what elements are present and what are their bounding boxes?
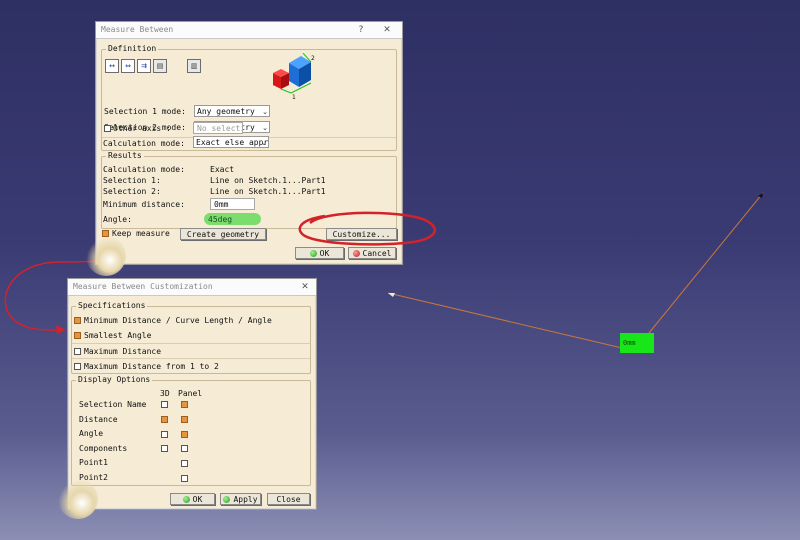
result-value: Line on Sketch.1...Part1 bbox=[210, 187, 326, 196]
components-3d-checkbox[interactable] bbox=[161, 445, 168, 452]
dialog-title: Measure Between Customization bbox=[73, 282, 213, 291]
customize-highlight-ring bbox=[298, 211, 436, 246]
dialog-corner-swirl bbox=[58, 479, 98, 519]
other-axis-field[interactable]: No selection bbox=[193, 122, 243, 134]
smallest-angle-label: Smallest Angle bbox=[84, 331, 152, 340]
specifications-legend: Specifications bbox=[76, 301, 148, 310]
col-panel-header: Panel bbox=[178, 389, 203, 398]
result-value: Exact bbox=[210, 165, 235, 174]
option-label: Distance bbox=[79, 415, 118, 424]
col-3d-header: 3D bbox=[160, 389, 170, 398]
other-axis-label: Other axis : bbox=[113, 124, 171, 133]
chevron-down-icon: ⌄ bbox=[261, 139, 267, 147]
smallest-angle-checkbox[interactable] bbox=[74, 332, 81, 339]
results-legend: Results bbox=[106, 151, 144, 160]
ok-button[interactable]: OK bbox=[170, 493, 215, 505]
angle-label: Angle: bbox=[103, 215, 132, 224]
option-label: Components bbox=[79, 444, 128, 453]
svg-text:2: 2 bbox=[311, 55, 315, 62]
dialog-corner-swirl bbox=[86, 236, 126, 276]
help-button[interactable]: ? bbox=[354, 22, 368, 38]
minimum-distance-label: Minimum distance: bbox=[103, 200, 185, 209]
dialog-title-bar[interactable]: Measure Between ? ✕ bbox=[96, 22, 402, 39]
angle-field[interactable]: 45deg bbox=[204, 213, 261, 225]
min-distance-label: Minimum Distance / Curve Length / Angle bbox=[84, 316, 272, 325]
result-value: Line on Sketch.1...Part1 bbox=[210, 176, 326, 185]
apply-icon bbox=[223, 496, 231, 503]
components-panel-checkbox[interactable] bbox=[181, 445, 188, 452]
svg-text:1: 1 bbox=[292, 94, 296, 101]
ok-icon bbox=[182, 496, 190, 503]
option-label: Selection Name bbox=[79, 400, 147, 409]
angle-3d-checkbox[interactable] bbox=[161, 431, 168, 438]
max-distance-1-2-label: Maximum Distance from 1 to 2 bbox=[84, 362, 219, 371]
measure-fan-icon[interactable]: ⇉ bbox=[137, 59, 151, 73]
spec-divider bbox=[72, 343, 310, 344]
axis-cube-preview-icon: 2 1 bbox=[273, 53, 315, 101]
chevron-down-icon: ⌄ bbox=[262, 108, 268, 116]
create-geometry-button[interactable]: Create geometry bbox=[180, 228, 266, 240]
line-end-arrow-2 bbox=[758, 193, 763, 198]
option-label: Point1 bbox=[79, 458, 108, 467]
close-button[interactable]: ✕ bbox=[380, 22, 394, 38]
min-distance-checkbox[interactable] bbox=[74, 317, 81, 324]
dialog-title-bar[interactable]: Measure Between Customization ✕ bbox=[68, 279, 316, 296]
point2-panel-checkbox[interactable] bbox=[181, 475, 188, 482]
max-distance-1-2-checkbox[interactable] bbox=[74, 363, 81, 370]
calculation-mode-select[interactable]: Exact else approximate⌄ bbox=[193, 136, 269, 148]
chevron-down-icon: ⌄ bbox=[262, 124, 268, 132]
measure-in-chain-icon[interactable]: ⇔ bbox=[121, 59, 135, 73]
keep-measure-label: Keep measure bbox=[112, 229, 170, 238]
annotation-arrow-head bbox=[56, 325, 66, 334]
calculation-mode-label: Calculation mode: bbox=[103, 139, 185, 148]
point1-panel-checkbox[interactable] bbox=[181, 460, 188, 467]
max-distance-label: Maximum Distance bbox=[84, 347, 162, 356]
line-end-arrow-1 bbox=[388, 293, 395, 297]
result-label: Selection 2: bbox=[103, 187, 161, 196]
display-options-legend: Display Options bbox=[76, 375, 153, 384]
angle-panel-checkbox[interactable] bbox=[181, 431, 188, 438]
selection-name-3d-checkbox[interactable] bbox=[161, 401, 168, 408]
spec-divider bbox=[72, 358, 310, 359]
measure-value-tag: 0mm bbox=[620, 333, 654, 353]
measure-between-icon[interactable]: ↔ bbox=[105, 59, 119, 73]
dialog-title: Measure Between bbox=[101, 25, 174, 34]
close-dialog-button[interactable]: Close bbox=[267, 493, 310, 505]
display-options-group: Display Options 3D Panel Selection Name … bbox=[71, 375, 311, 486]
measure-thickness-icon[interactable]: ▥ bbox=[187, 59, 201, 73]
measured-line-1 bbox=[387, 292, 623, 349]
option-label: Angle bbox=[79, 429, 104, 438]
result-label: Selection 1: bbox=[103, 176, 161, 185]
distance-panel-checkbox[interactable] bbox=[181, 416, 188, 423]
selection1-mode-label: Selection 1 mode: bbox=[104, 107, 186, 116]
close-button[interactable]: ✕ bbox=[298, 279, 312, 295]
selection1-mode-select[interactable]: Any geometry ⌄ bbox=[194, 105, 270, 117]
distance-3d-checkbox[interactable] bbox=[161, 416, 168, 423]
selection-name-panel-checkbox[interactable] bbox=[181, 401, 188, 408]
max-distance-checkbox[interactable] bbox=[74, 348, 81, 355]
measured-line-2 bbox=[639, 192, 764, 345]
apply-button[interactable]: Apply bbox=[220, 493, 261, 505]
minimum-distance-field[interactable]: 0mm bbox=[210, 198, 255, 210]
result-label: Calculation mode: bbox=[103, 165, 185, 174]
definition-legend: Definition bbox=[106, 44, 159, 53]
measure-item-icon[interactable]: ▤ bbox=[153, 59, 167, 73]
specifications-group: Specifications Minimum Distance / Curve … bbox=[71, 301, 311, 374]
customization-dialog: Measure Between Customization ✕ Specific… bbox=[58, 278, 317, 519]
other-axis-checkbox[interactable] bbox=[104, 125, 111, 132]
